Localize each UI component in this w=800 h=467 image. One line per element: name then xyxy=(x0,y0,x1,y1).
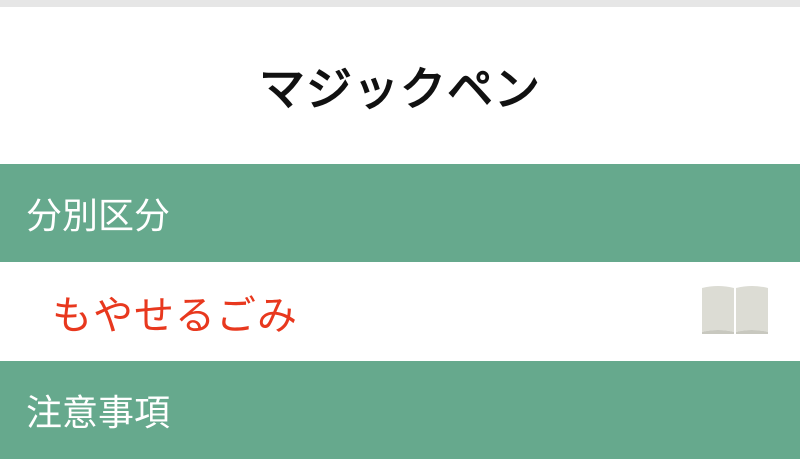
category-value: もやせるごみ xyxy=(52,292,298,339)
top-divider xyxy=(0,0,800,7)
category-section-header: 分別区分 xyxy=(0,164,800,262)
bottom-area xyxy=(0,459,800,467)
page-title: マジックペン xyxy=(259,61,541,116)
notes-header-label: 注意事項 xyxy=(26,393,171,434)
notes-section-header: 注意事項 xyxy=(0,361,800,459)
book-icon[interactable] xyxy=(700,284,770,334)
category-header-label: 分別区分 xyxy=(26,196,171,237)
category-row[interactable]: もやせるごみ xyxy=(0,262,800,361)
